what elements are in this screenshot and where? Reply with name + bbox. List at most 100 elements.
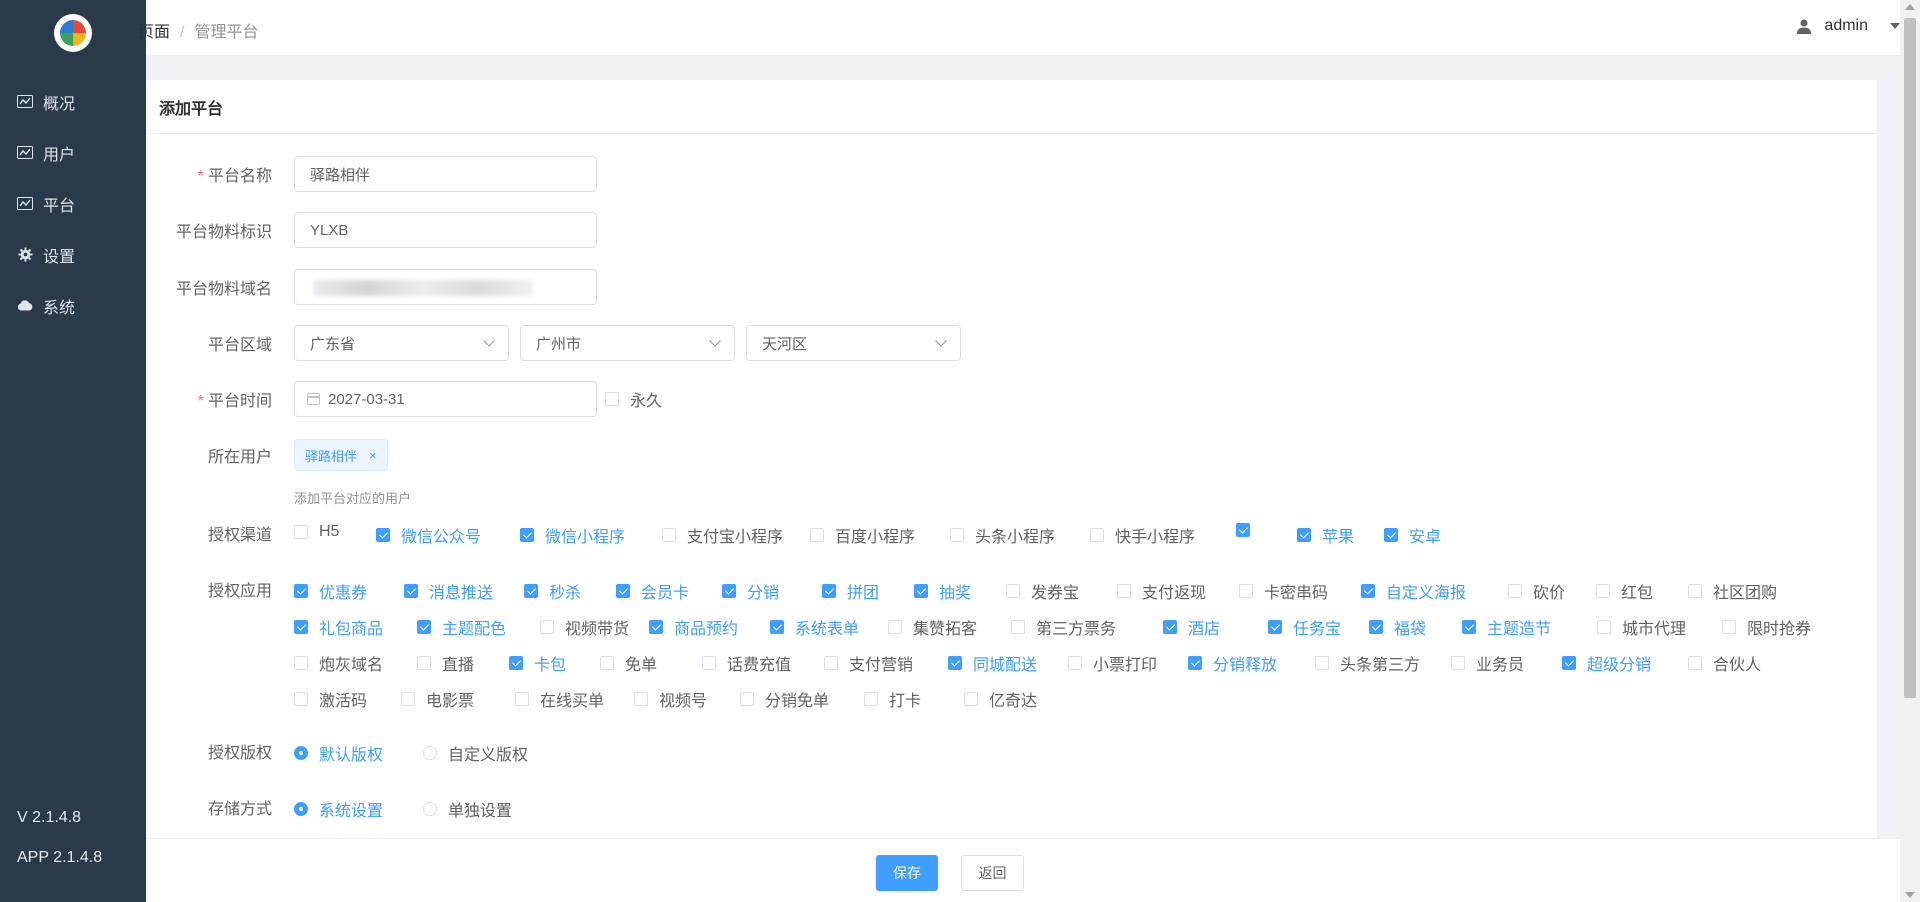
checkbox-option[interactable]: 自定义海报 (1361, 579, 1466, 603)
checkbox[interactable] (649, 620, 663, 634)
checkbox[interactable] (294, 525, 308, 539)
checkbox[interactable] (740, 692, 754, 706)
checkbox-option[interactable]: 微信公众号 (376, 523, 481, 547)
checkbox[interactable] (404, 584, 418, 598)
checkbox-option[interactable]: 优惠券 (294, 579, 367, 603)
checkbox[interactable] (1236, 523, 1250, 537)
checkbox[interactable] (662, 528, 676, 542)
checkbox[interactable] (600, 656, 614, 670)
back-button[interactable]: 返回 (961, 855, 1024, 891)
checkbox[interactable] (1188, 656, 1202, 670)
checkbox-option[interactable]: 系统表单 (770, 615, 859, 639)
checkbox-option[interactable]: 砍价 (1508, 579, 1565, 603)
scroll-down-arrow-icon[interactable] (1905, 892, 1915, 898)
checkbox-option[interactable]: 微信小程序 (520, 523, 625, 547)
checkbox-option[interactable]: 城市代理 (1597, 615, 1686, 639)
checkbox[interactable] (509, 656, 523, 670)
checkbox-option[interactable]: 合伙人 (1688, 651, 1761, 675)
checkbox-option[interactable]: 集赞拓客 (888, 615, 977, 639)
checkbox[interactable] (540, 620, 554, 634)
checkbox[interactable] (1315, 656, 1329, 670)
checkbox-option[interactable]: 视频号 (634, 687, 707, 711)
checkbox[interactable] (1297, 528, 1311, 542)
city-select[interactable]: 广州市 (520, 325, 735, 361)
checkbox[interactable] (810, 528, 824, 542)
checkbox[interactable] (1011, 620, 1025, 634)
user-menu[interactable]: admin (1796, 17, 1900, 35)
checkbox[interactable] (822, 584, 836, 598)
checkbox-option[interactable]: 亿奇达 (964, 687, 1037, 711)
checkbox-option[interactable]: 社区团购 (1688, 579, 1777, 603)
checkbox[interactable] (1239, 584, 1253, 598)
date-picker[interactable]: 2027-03-31 (294, 381, 597, 417)
checkbox[interactable] (1068, 656, 1082, 670)
checkbox[interactable] (1369, 620, 1383, 634)
checkbox[interactable] (294, 584, 308, 598)
checkbox[interactable] (1268, 620, 1282, 634)
checkbox[interactable] (948, 656, 962, 670)
checkbox[interactable] (1722, 620, 1736, 634)
checkbox-option[interactable]: 电影票 (401, 687, 474, 711)
checkbox-option[interactable]: 苹果 (1297, 523, 1354, 547)
checkbox-option[interactable]: 头条第三方 (1315, 651, 1420, 675)
checkbox[interactable] (515, 692, 529, 706)
checkbox[interactable] (722, 584, 736, 598)
checkbox-option[interactable]: 炮灰域名 (294, 651, 383, 675)
name-input[interactable]: 驿路相伴 (294, 156, 597, 192)
checkbox-option[interactable]: 支付宝小程序 (662, 523, 783, 547)
checkbox-option[interactable]: 主题造节 (1462, 615, 1551, 639)
domain-input[interactable] (294, 269, 597, 305)
checkbox-option[interactable]: 快手小程序 (1090, 523, 1195, 547)
checkbox-option[interactable]: 安卓 (1384, 523, 1441, 547)
scrollbar[interactable] (1900, 0, 1920, 902)
checkbox-option[interactable]: 秒杀 (524, 579, 581, 603)
checkbox-option[interactable]: 发券宝 (1006, 579, 1079, 603)
user-select[interactable]: 驿路相伴 × (294, 439, 388, 471)
checkbox[interactable] (914, 584, 928, 598)
checkbox-option[interactable]: 视频带货 (540, 615, 629, 639)
breadcrumb-home[interactable]: 页面 (138, 24, 170, 41)
checkbox[interactable] (770, 620, 784, 634)
checkbox[interactable] (520, 528, 534, 542)
checkbox[interactable] (1688, 656, 1702, 670)
checkbox[interactable] (702, 656, 716, 670)
checkbox-option[interactable]: 激活码 (294, 687, 367, 711)
radio[interactable] (423, 746, 437, 760)
checkbox-option[interactable]: 业务员 (1451, 651, 1524, 675)
checkbox-option[interactable]: 拼团 (822, 579, 879, 603)
checkbox[interactable] (1596, 584, 1610, 598)
checkbox[interactable] (1451, 656, 1465, 670)
checkbox[interactable] (1006, 584, 1020, 598)
checkbox[interactable] (401, 692, 415, 706)
checkbox-option[interactable]: 抽奖 (914, 579, 971, 603)
checkbox-option[interactable]: 分销释放 (1188, 651, 1277, 675)
close-icon[interactable]: × (369, 448, 377, 463)
checkbox-option[interactable]: 会员卡 (616, 579, 689, 603)
checkbox-option[interactable]: 礼包商品 (294, 615, 383, 639)
checkbox[interactable] (1462, 620, 1476, 634)
checkbox-option[interactable]: 商品预约 (649, 615, 738, 639)
checkbox-option[interactable]: 小票打印 (1068, 651, 1157, 675)
radio[interactable] (294, 802, 308, 816)
radio-option[interactable]: 默认版权 (294, 741, 383, 765)
sidebar-item-platform[interactable]: 平台 (0, 178, 146, 229)
checkbox-option[interactable]: 话费充值 (702, 651, 791, 675)
checkbox[interactable] (417, 620, 431, 634)
checkbox-option[interactable] (1236, 523, 1250, 537)
checkbox[interactable] (1508, 584, 1522, 598)
checkbox-option[interactable]: 卡密串码 (1239, 579, 1328, 603)
radio-option[interactable]: 自定义版权 (423, 741, 528, 765)
sidebar-item-system[interactable]: 系统 (0, 280, 146, 331)
checkbox[interactable] (376, 528, 390, 542)
checkbox[interactable] (634, 692, 648, 706)
checkbox[interactable] (605, 392, 619, 406)
mark-input[interactable]: YLXB (294, 212, 597, 248)
checkbox[interactable] (294, 620, 308, 634)
sidebar-item-settings[interactable]: 设置 (0, 229, 146, 280)
checkbox-option[interactable]: 支付返现 (1117, 579, 1206, 603)
checkbox-option[interactable]: 头条小程序 (950, 523, 1055, 547)
checkbox-option[interactable]: 福袋 (1369, 615, 1426, 639)
checkbox[interactable] (888, 620, 902, 634)
checkbox[interactable] (824, 656, 838, 670)
checkbox[interactable] (294, 656, 308, 670)
